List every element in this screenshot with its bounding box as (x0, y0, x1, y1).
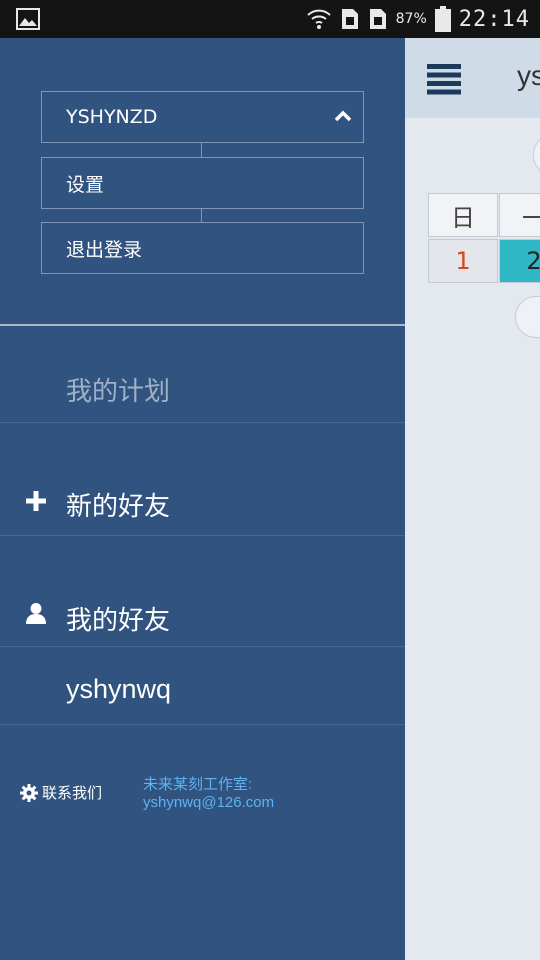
divider (0, 324, 405, 326)
wifi-icon (306, 9, 331, 29)
calendar-action-button[interactable] (515, 296, 540, 338)
settings-menu-item[interactable]: 设置 (41, 157, 364, 209)
gallery-icon (16, 8, 40, 30)
user-icon (26, 603, 46, 624)
status-bar: 87% 22:14 (0, 0, 540, 38)
divider (0, 646, 405, 647)
studio-email-link[interactable]: yshynwq@126.com (143, 794, 274, 812)
menu-toggle-icon[interactable] (427, 62, 461, 96)
clock: 22:14 (458, 6, 530, 32)
plus-icon (26, 491, 46, 511)
gear-icon (20, 783, 38, 802)
contact-us-button[interactable]: 联系我们 (20, 782, 102, 803)
account-name: YSHYNZD (66, 106, 158, 128)
studio-name: 未来某刻工作室: (143, 776, 253, 793)
battery-icon (434, 6, 451, 32)
chevron-up-icon (334, 110, 352, 122)
weekday-header: 日 (428, 193, 498, 237)
account-selector[interactable]: YSHYNZD (41, 91, 364, 143)
sim1-icon (341, 9, 358, 29)
divider (0, 422, 405, 423)
connector-line (201, 209, 202, 222)
calendar-nav-button[interactable] (533, 133, 540, 177)
calendar-day-selected[interactable]: 2 (499, 239, 540, 283)
logout-menu-item[interactable]: 退出登录 (41, 222, 364, 274)
calendar-day[interactable]: 1 (428, 239, 498, 283)
connector-line (201, 143, 202, 157)
status-right: 87% 22:14 (306, 4, 530, 34)
header-title: ys (517, 60, 540, 91)
settings-label: 设置 (66, 173, 105, 196)
main-content: ys 日 一 1 2 (405, 38, 540, 960)
navigation-drawer: YSHYNZD 设置 退出登录 我的计划 新的好友 我的好友 yshynwq 联… (0, 38, 405, 960)
contact-us-label: 联系我们 (42, 784, 103, 802)
weekday-header: 一 (499, 193, 540, 237)
sim2-icon (369, 9, 386, 29)
new-friends-item[interactable]: 新的好友 (66, 486, 170, 523)
content-header: ys (405, 38, 540, 118)
divider (0, 535, 405, 536)
my-plans-item[interactable]: 我的计划 (66, 371, 170, 408)
studio-info: 未来某刻工作室: yshynwq@126.com (143, 776, 274, 812)
divider (0, 724, 405, 725)
friend-list-item[interactable]: yshynwq (66, 674, 171, 705)
battery-percent: 87% (395, 11, 427, 27)
logout-label: 退出登录 (66, 238, 143, 261)
my-friends-item[interactable]: 我的好友 (66, 600, 170, 637)
